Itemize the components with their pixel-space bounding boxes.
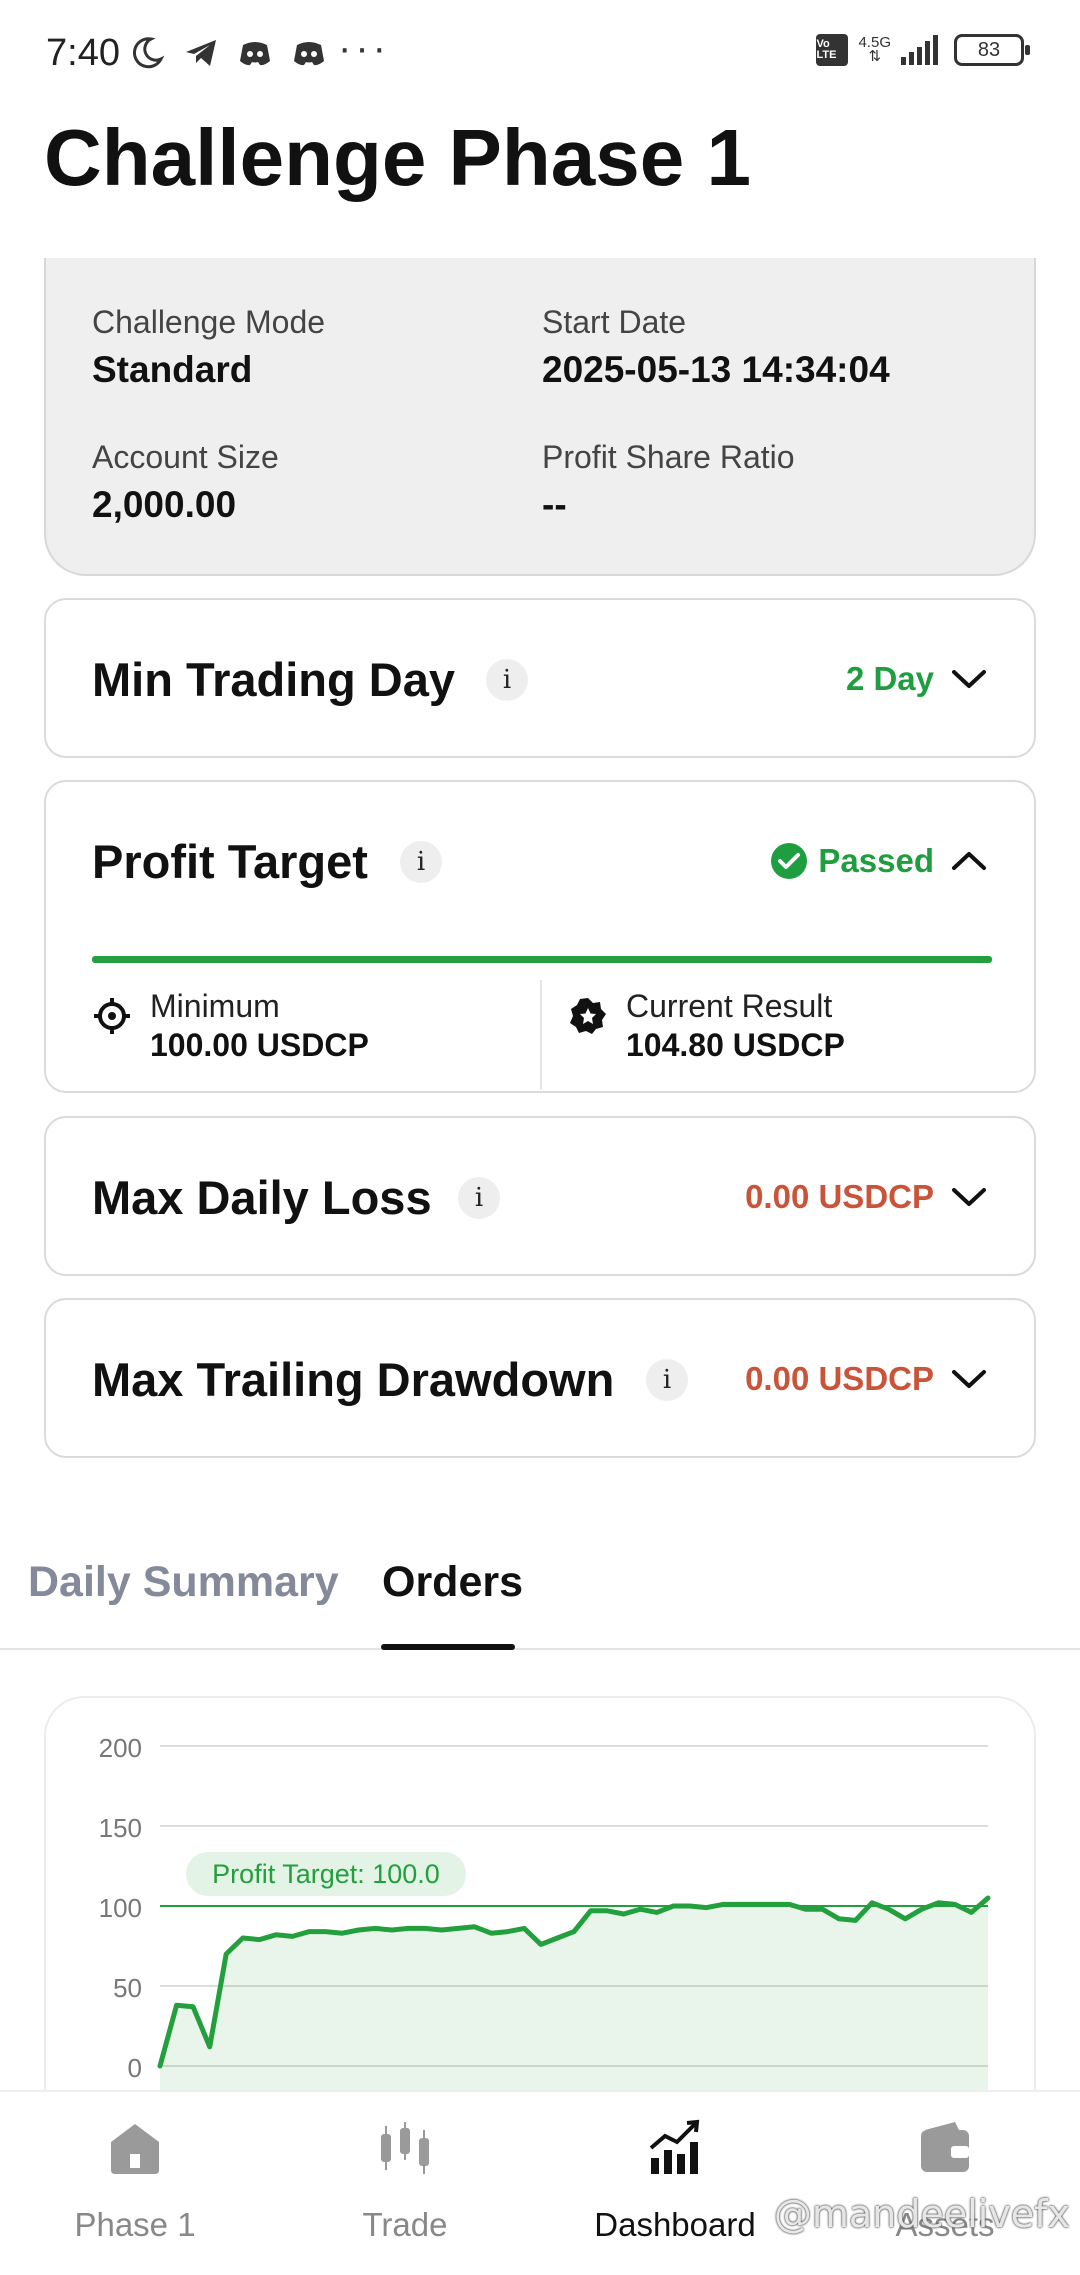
challenge-mode-value: Standard (92, 349, 253, 390)
start-date-label: Start Date (542, 304, 687, 340)
info-icon[interactable]: i (458, 1177, 500, 1219)
max-trailing-drawdown-card[interactable]: Max Trailing Drawdown i 0.00 USDCP (44, 1298, 1036, 1458)
profit-target-card[interactable]: Profit Target i Passed Minimum 100.00 US… (44, 780, 1036, 1093)
profit-share-value: -- (542, 484, 567, 525)
nav-assets[interactable]: Assets (810, 2092, 1080, 2275)
battery-icon: 83 (954, 34, 1030, 66)
volte-icon: Vo LTE (816, 34, 849, 66)
max-daily-loss-title: Max Daily Loss (92, 1171, 432, 1224)
nav-trade[interactable]: Trade (270, 2092, 540, 2275)
tabs-divider (0, 1648, 1080, 1650)
info-icon[interactable]: i (400, 841, 442, 883)
tab-active-indicator (381, 1644, 515, 1650)
profit-target-status: Passed (818, 842, 934, 879)
current-result-label: Current Result (626, 988, 833, 1024)
min-trading-day-title: Min Trading Day (92, 653, 455, 706)
y-tick-label: 150 (99, 1813, 142, 1843)
nav-phase1[interactable]: Phase 1 (0, 2092, 270, 2275)
chart-trend-icon (649, 2119, 700, 2174)
nav-dashboard[interactable]: Dashboard (540, 2092, 810, 2275)
profit-share-label: Profit Share Ratio (542, 439, 795, 475)
moon-icon (128, 34, 166, 72)
account-size-value: 2,000.00 (92, 484, 237, 525)
check-circle-icon (771, 843, 807, 879)
battery-level: 83 (977, 38, 1001, 61)
profit-target-progress-bar (92, 956, 992, 963)
home-icon (111, 2124, 159, 2174)
nav-label-trade: Trade (362, 2206, 448, 2243)
nav-label-dashboard: Dashboard (594, 2206, 756, 2243)
min-trading-day-card[interactable]: Min Trading Day i 2 Day (44, 598, 1036, 758)
telegram-icon (182, 34, 220, 72)
y-tick-label: 200 (99, 1733, 142, 1763)
profit-share: Profit Share Ratio -- (542, 439, 795, 526)
min-trading-day-status: 2 Day (845, 660, 934, 697)
start-date: Start Date 2025-05-13 14:34:04 (542, 304, 890, 391)
start-date-value: 2025-05-13 14:34:04 (542, 349, 890, 390)
target-icon (94, 998, 130, 1034)
y-tick-label: 50 (113, 1973, 142, 2003)
discord-icon (236, 34, 274, 72)
max-daily-loss-card[interactable]: Max Daily Loss i 0.00 USDCP (44, 1116, 1036, 1276)
metric-divider (540, 980, 542, 1090)
page-title: Challenge Phase 1 (44, 113, 751, 202)
challenge-mode: Challenge Mode Standard (92, 304, 325, 391)
discord-icon-2 (290, 34, 328, 72)
minimum-metric: Minimum 100.00 USDCP (92, 988, 369, 1064)
status-notification-icons (128, 34, 328, 72)
tab-orders[interactable]: Orders (382, 1558, 523, 1607)
challenge-mode-label: Challenge Mode (92, 304, 326, 340)
watermark: @mandeelivefx (773, 2192, 1070, 2236)
wallet-icon (921, 2122, 969, 2172)
chevron-down-icon[interactable] (950, 660, 988, 698)
challenge-info-card: Challenge Mode Standard Start Date 2025-… (44, 258, 1036, 576)
equity-chart-card: 200 150 100 50 0 Profit Target: 100.0 (44, 1696, 1036, 2116)
profit-target-label: Profit Target: 100.0 (212, 1859, 440, 1889)
max-daily-loss-status: 0.00 USDCP (745, 1178, 934, 1215)
signal-icon (901, 35, 938, 65)
account-size: Account Size 2,000.00 (92, 439, 279, 526)
chevron-down-icon[interactable] (950, 1178, 988, 1216)
info-icon[interactable]: i (486, 659, 528, 701)
current-result-value: 104.80 USDCP (626, 1027, 845, 1063)
more-notifications-icon: ··· (338, 26, 390, 70)
current-result-metric: Current Result 104.80 USDCP (568, 988, 845, 1064)
minimum-value: 100.00 USDCP (150, 1027, 369, 1063)
status-system-icons: Vo LTE 4.5G ⇅ 83 (816, 34, 1030, 66)
network-type: 4.5G ⇅ (858, 34, 891, 65)
equity-chart: 200 150 100 50 0 Profit Target: 100.0 (99, 1733, 991, 2116)
tab-daily-summary[interactable]: Daily Summary (28, 1558, 339, 1607)
account-size-label: Account Size (92, 439, 279, 475)
status-bar: 7:40 ··· Vo LTE 4.5G ⇅ 83 (0, 0, 1080, 110)
candlestick-icon (381, 2122, 429, 2174)
minimum-label: Minimum (150, 988, 280, 1024)
profit-target-title: Profit Target (92, 835, 368, 888)
chevron-down-icon[interactable] (950, 1360, 988, 1398)
nav-label-phase1: Phase 1 (74, 2206, 196, 2243)
badge-star-icon (570, 998, 606, 1034)
chevron-up-icon[interactable] (950, 842, 988, 880)
max-trailing-drawdown-title: Max Trailing Drawdown (92, 1353, 615, 1406)
y-tick-label: 100 (99, 1893, 142, 1923)
y-tick-label: 0 (128, 2053, 142, 2083)
bottom-nav: Phase 1 Trade Dashboard Assets (0, 2090, 1080, 2275)
info-icon[interactable]: i (646, 1359, 688, 1401)
max-trailing-drawdown-status: 0.00 USDCP (745, 1360, 934, 1397)
status-time: 7:40 (46, 32, 120, 74)
